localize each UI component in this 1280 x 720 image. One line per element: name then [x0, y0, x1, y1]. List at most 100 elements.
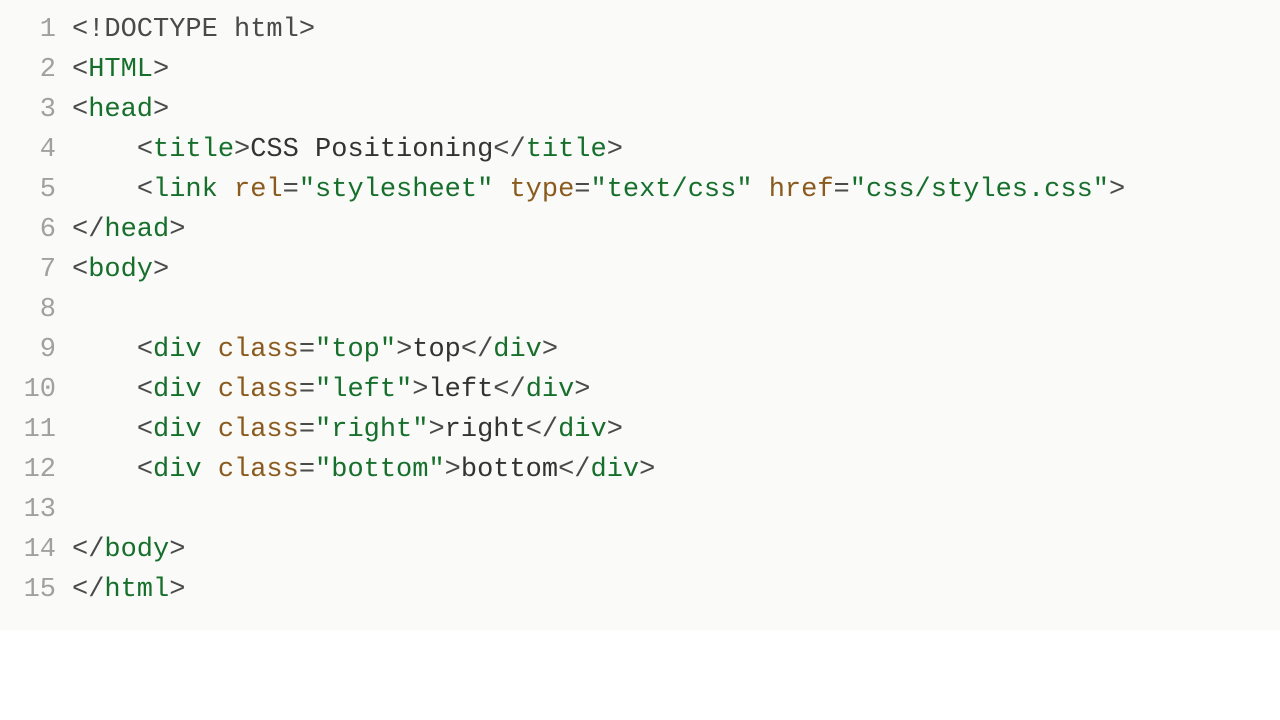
code-token [72, 135, 137, 165]
code-token: = [283, 175, 299, 205]
code-token: class [218, 455, 299, 485]
code-line[interactable]: 6</head> [0, 210, 1280, 250]
code-token: body [88, 255, 153, 285]
code-line[interactable]: 11 <div class="right">right</div> [0, 410, 1280, 450]
code-token: rel [234, 175, 283, 205]
code-token: </ [493, 135, 525, 165]
code-line[interactable]: 1<!DOCTYPE html> [0, 10, 1280, 50]
line-number: 15 [0, 570, 72, 610]
code-line[interactable]: 13 [0, 490, 1280, 530]
line-content[interactable]: </html> [72, 570, 1280, 610]
code-line[interactable]: 7<body> [0, 250, 1280, 290]
line-number: 8 [0, 290, 72, 330]
line-number: 9 [0, 330, 72, 370]
code-token: > [299, 15, 315, 45]
code-line[interactable]: 4 <title>CSS Positioning</title> [0, 130, 1280, 170]
code-token: "right" [315, 415, 428, 445]
line-content[interactable]: <div class="right">right</div> [72, 410, 1280, 450]
code-token: </ [72, 575, 104, 605]
code-editor[interactable]: 1<!DOCTYPE html>2<HTML>3<head>4 <title>C… [0, 0, 1280, 630]
code-token: class [218, 415, 299, 445]
line-content[interactable] [72, 290, 1280, 330]
code-line[interactable]: 5 <link rel="stylesheet" type="text/css"… [0, 170, 1280, 210]
line-content[interactable]: <div class="top">top</div> [72, 330, 1280, 370]
code-token: > [234, 135, 250, 165]
code-token [72, 375, 137, 405]
code-token [202, 415, 218, 445]
code-line[interactable]: 14</body> [0, 530, 1280, 570]
code-token: div [526, 375, 575, 405]
code-token: "css/styles.css" [850, 175, 1109, 205]
code-token: div [153, 335, 202, 365]
line-content[interactable]: </head> [72, 210, 1280, 250]
line-number: 2 [0, 50, 72, 90]
line-content[interactable] [72, 490, 1280, 530]
code-token: class [218, 375, 299, 405]
code-token: "text/css" [591, 175, 753, 205]
code-token [202, 375, 218, 405]
code-token: href [769, 175, 834, 205]
line-content[interactable]: <div class="left">left</div> [72, 370, 1280, 410]
code-token: CSS Positioning [250, 135, 493, 165]
code-token [202, 455, 218, 485]
code-token: = [574, 175, 590, 205]
line-content[interactable]: <head> [72, 90, 1280, 130]
code-line[interactable]: 2<HTML> [0, 50, 1280, 90]
code-token: type [509, 175, 574, 205]
code-token: = [299, 375, 315, 405]
code-token: </ [461, 335, 493, 365]
code-token: > [153, 255, 169, 285]
code-line[interactable]: 8 [0, 290, 1280, 330]
line-number: 12 [0, 450, 72, 490]
code-token: > [396, 335, 412, 365]
line-content[interactable]: <link rel="stylesheet" type="text/css" h… [72, 170, 1280, 210]
code-line[interactable]: 9 <div class="top">top</div> [0, 330, 1280, 370]
code-token [72, 455, 137, 485]
code-token [218, 175, 234, 205]
code-token: < [137, 415, 153, 445]
code-token: < [72, 255, 88, 285]
line-content[interactable]: <HTML> [72, 50, 1280, 90]
code-token: link [153, 175, 218, 205]
code-line[interactable]: 12 <div class="bottom">bottom</div> [0, 450, 1280, 490]
code-token: !DOCTYPE html [88, 15, 299, 45]
line-content[interactable]: <div class="bottom">bottom</div> [72, 450, 1280, 490]
code-token [202, 335, 218, 365]
code-token: > [1109, 175, 1125, 205]
line-content[interactable]: </body> [72, 530, 1280, 570]
code-token: div [153, 375, 202, 405]
line-number: 7 [0, 250, 72, 290]
code-line[interactable]: 10 <div class="left">left</div> [0, 370, 1280, 410]
code-token: > [607, 415, 623, 445]
code-line[interactable]: 3<head> [0, 90, 1280, 130]
code-token [72, 335, 137, 365]
code-token: </ [72, 215, 104, 245]
code-token: "left" [315, 375, 412, 405]
code-line[interactable]: 15</html> [0, 570, 1280, 610]
code-token: HTML [88, 55, 153, 85]
code-token: = [299, 455, 315, 485]
code-token: > [169, 575, 185, 605]
code-token: > [169, 535, 185, 565]
code-token: > [607, 135, 623, 165]
code-token: div [558, 415, 607, 445]
line-content[interactable]: <!DOCTYPE html> [72, 10, 1280, 50]
line-content[interactable]: <body> [72, 250, 1280, 290]
code-token: right [445, 415, 526, 445]
code-token: "top" [315, 335, 396, 365]
code-token: </ [72, 535, 104, 565]
code-token: "stylesheet" [299, 175, 493, 205]
code-token: > [412, 375, 428, 405]
code-token: < [137, 335, 153, 365]
code-token: > [639, 455, 655, 485]
line-number: 5 [0, 170, 72, 210]
line-content[interactable]: <title>CSS Positioning</title> [72, 130, 1280, 170]
code-token: bottom [461, 455, 558, 485]
code-token: div [153, 415, 202, 445]
code-token: left [428, 375, 493, 405]
code-token: head [88, 95, 153, 125]
code-token: > [574, 375, 590, 405]
code-token: > [428, 415, 444, 445]
code-token: = [834, 175, 850, 205]
line-number: 14 [0, 530, 72, 570]
